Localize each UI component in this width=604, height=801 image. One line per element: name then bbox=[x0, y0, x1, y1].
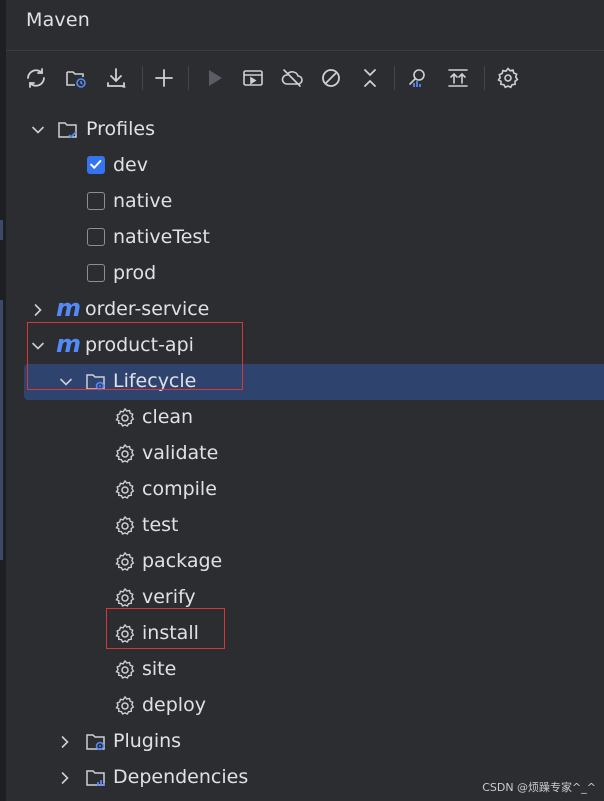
gear-icon bbox=[115, 623, 135, 643]
tree-label: Profiles bbox=[86, 118, 155, 140]
tree-node-order-service[interactable]: m order-service bbox=[0, 292, 604, 328]
maven-module-icon: m bbox=[56, 330, 82, 358]
goal-label: clean bbox=[142, 406, 194, 428]
execute-goal-icon[interactable] bbox=[239, 64, 267, 92]
profile-item-dev[interactable]: dev bbox=[0, 148, 604, 184]
panel-title: Maven bbox=[26, 9, 91, 31]
profile-item-nativetest[interactable]: nativeTest bbox=[0, 220, 604, 256]
profile-item-prod[interactable]: prod bbox=[0, 256, 604, 292]
watermark: CSDN @烦躁专家^_^ bbox=[482, 781, 596, 794]
toolbar-separator bbox=[188, 66, 189, 90]
lifecycle-goal[interactable]: validate bbox=[0, 436, 604, 472]
analyze-dependencies-icon[interactable] bbox=[404, 64, 432, 92]
lifecycle-goal[interactable]: site bbox=[0, 652, 604, 688]
skip-tests-icon[interactable] bbox=[317, 64, 345, 92]
lifecycle-goal[interactable]: compile bbox=[0, 472, 604, 508]
tree-node-plugins[interactable]: Plugins bbox=[0, 724, 604, 760]
lifecycle-goal[interactable]: clean bbox=[0, 400, 604, 436]
goal-label: deploy bbox=[142, 694, 206, 716]
lifecycle-goal[interactable]: package bbox=[0, 544, 604, 580]
gear-icon bbox=[115, 551, 135, 571]
profile-label: native bbox=[113, 190, 173, 212]
plugins-folder-icon bbox=[86, 734, 105, 751]
maven-module-icon: m bbox=[56, 294, 82, 322]
generate-sources-icon[interactable] bbox=[62, 64, 90, 92]
chevron-right-icon[interactable] bbox=[57, 770, 73, 786]
profile-checkbox[interactable] bbox=[87, 156, 105, 174]
profile-checkbox[interactable] bbox=[87, 228, 105, 246]
gear-icon bbox=[115, 479, 135, 499]
gear-icon bbox=[115, 443, 135, 463]
goal-label: verify bbox=[142, 586, 196, 608]
goal-label: package bbox=[142, 550, 223, 572]
chevron-down-icon[interactable] bbox=[30, 122, 46, 138]
goal-label: validate bbox=[142, 442, 219, 464]
profile-label: nativeTest bbox=[113, 226, 210, 248]
chevron-right-icon[interactable] bbox=[30, 302, 46, 318]
toolbar-separator bbox=[394, 66, 395, 90]
settings-icon[interactable] bbox=[494, 64, 522, 92]
gear-icon bbox=[115, 407, 135, 427]
expand-all-icon[interactable] bbox=[444, 64, 472, 92]
gear-icon bbox=[115, 515, 135, 535]
profile-label: dev bbox=[113, 154, 148, 176]
goal-label: site bbox=[142, 658, 177, 680]
profiles-folder-icon bbox=[58, 122, 77, 139]
goal-label: test bbox=[142, 514, 179, 536]
run-icon[interactable] bbox=[200, 64, 228, 92]
profile-label: prod bbox=[113, 262, 157, 284]
check-icon bbox=[90, 160, 102, 170]
chevron-down-icon[interactable] bbox=[58, 374, 74, 390]
tree-node-product-api[interactable]: m product-api bbox=[0, 328, 604, 364]
dependencies-folder-icon bbox=[86, 770, 105, 786]
profile-checkbox[interactable] bbox=[87, 192, 105, 210]
lifecycle-goal[interactable]: verify bbox=[0, 580, 604, 616]
tree-label: Plugins bbox=[113, 730, 182, 752]
toolbar-separator bbox=[484, 66, 485, 90]
lifecycle-goal[interactable]: install bbox=[0, 616, 604, 652]
profile-checkbox[interactable] bbox=[87, 264, 105, 282]
goal-label: compile bbox=[142, 478, 217, 500]
chevron-down-icon[interactable] bbox=[30, 338, 46, 354]
maven-toolbar bbox=[6, 58, 604, 98]
profile-item-native[interactable]: native bbox=[0, 184, 604, 220]
toolbar-separator bbox=[142, 66, 143, 90]
download-icon[interactable] bbox=[102, 64, 130, 92]
lifecycle-goal[interactable]: deploy bbox=[0, 688, 604, 724]
reload-icon[interactable] bbox=[22, 64, 50, 92]
offline-mode-icon[interactable] bbox=[278, 64, 306, 92]
tree-label: Dependencies bbox=[113, 766, 249, 788]
goal-label: install bbox=[142, 622, 199, 644]
add-icon[interactable] bbox=[150, 64, 178, 92]
lifecycle-folder-icon bbox=[86, 374, 105, 391]
lifecycle-goal[interactable]: test bbox=[0, 508, 604, 544]
gear-icon bbox=[115, 695, 135, 715]
module-label: product-api bbox=[85, 334, 194, 356]
gear-icon bbox=[115, 587, 135, 607]
tree-node-lifecycle[interactable]: Lifecycle bbox=[24, 364, 604, 400]
module-label: order-service bbox=[85, 298, 210, 320]
panel-header: Maven bbox=[6, 0, 604, 51]
tree-node-profiles[interactable]: Profiles bbox=[0, 112, 604, 148]
gear-icon bbox=[115, 659, 135, 679]
chevron-right-icon[interactable] bbox=[57, 734, 73, 750]
tree-label: Lifecycle bbox=[113, 370, 197, 392]
collapse-icon[interactable] bbox=[356, 64, 384, 92]
